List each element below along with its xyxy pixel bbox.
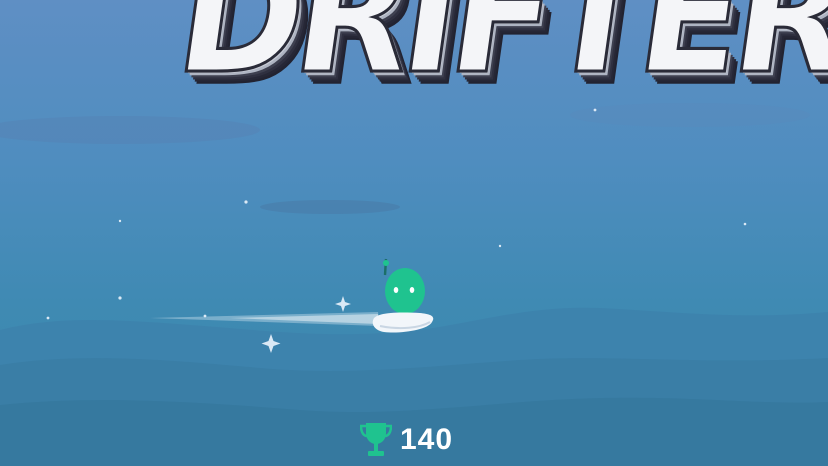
game-scene[interactable]: DRIFTERS 140 (0, 0, 828, 466)
hoverboard (372, 312, 434, 333)
alien-head (385, 268, 425, 314)
score-value: 140 (400, 423, 454, 456)
player-character[interactable] (0, 0, 828, 466)
left-eye (393, 287, 399, 293)
trophy-icon (360, 423, 392, 456)
score-display: 140 (360, 420, 453, 460)
right-eye (409, 287, 415, 293)
